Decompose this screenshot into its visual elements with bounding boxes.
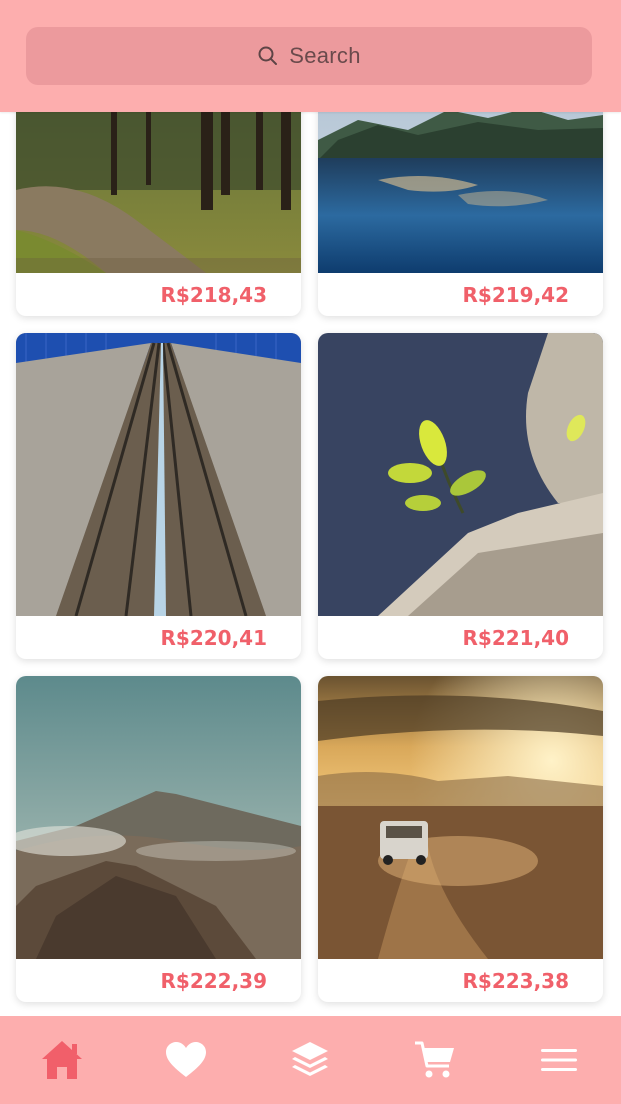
- search-icon: [257, 45, 279, 67]
- product-price: R$218,43: [160, 282, 268, 307]
- product-price: R$223,38: [462, 968, 570, 993]
- tab-menu[interactable]: [529, 1030, 589, 1090]
- tab-home[interactable]: [32, 1030, 92, 1090]
- tab-collections[interactable]: [280, 1030, 340, 1090]
- search-placeholder: Search: [289, 43, 361, 68]
- tab-cart[interactable]: [405, 1030, 465, 1090]
- product-card[interactable]: R$222,39: [16, 676, 301, 1002]
- header-bar: Search: [0, 0, 621, 112]
- product-card[interactable]: R$223,38: [318, 676, 603, 1002]
- volcano-landscape-photo: [16, 676, 301, 959]
- product-price: R$222,39: [160, 968, 268, 993]
- bottom-tab-bar: [0, 1016, 621, 1104]
- heart-icon: [166, 1042, 207, 1077]
- product-card[interactable]: R$220,41: [16, 333, 301, 659]
- product-card[interactable]: R$221,40: [318, 333, 603, 659]
- product-price: R$220,41: [160, 625, 268, 650]
- cart-icon: [414, 1041, 454, 1078]
- product-price: R$221,40: [462, 625, 570, 650]
- tab-favorites[interactable]: [156, 1030, 216, 1090]
- home-icon: [42, 1041, 83, 1079]
- product-price: R$219,42: [462, 282, 570, 307]
- plant-on-rock-photo: [318, 333, 603, 616]
- van-desert-sunset-photo: [318, 676, 603, 959]
- product-feed[interactable]: R$218,43 R$219,42 R$220,41 R$221,40 R$22…: [0, 0, 621, 1104]
- menu-icon: [540, 1049, 577, 1071]
- search-input[interactable]: Search: [26, 27, 592, 85]
- railway-tracks-photo: [16, 333, 301, 616]
- layers-icon: [292, 1042, 329, 1076]
